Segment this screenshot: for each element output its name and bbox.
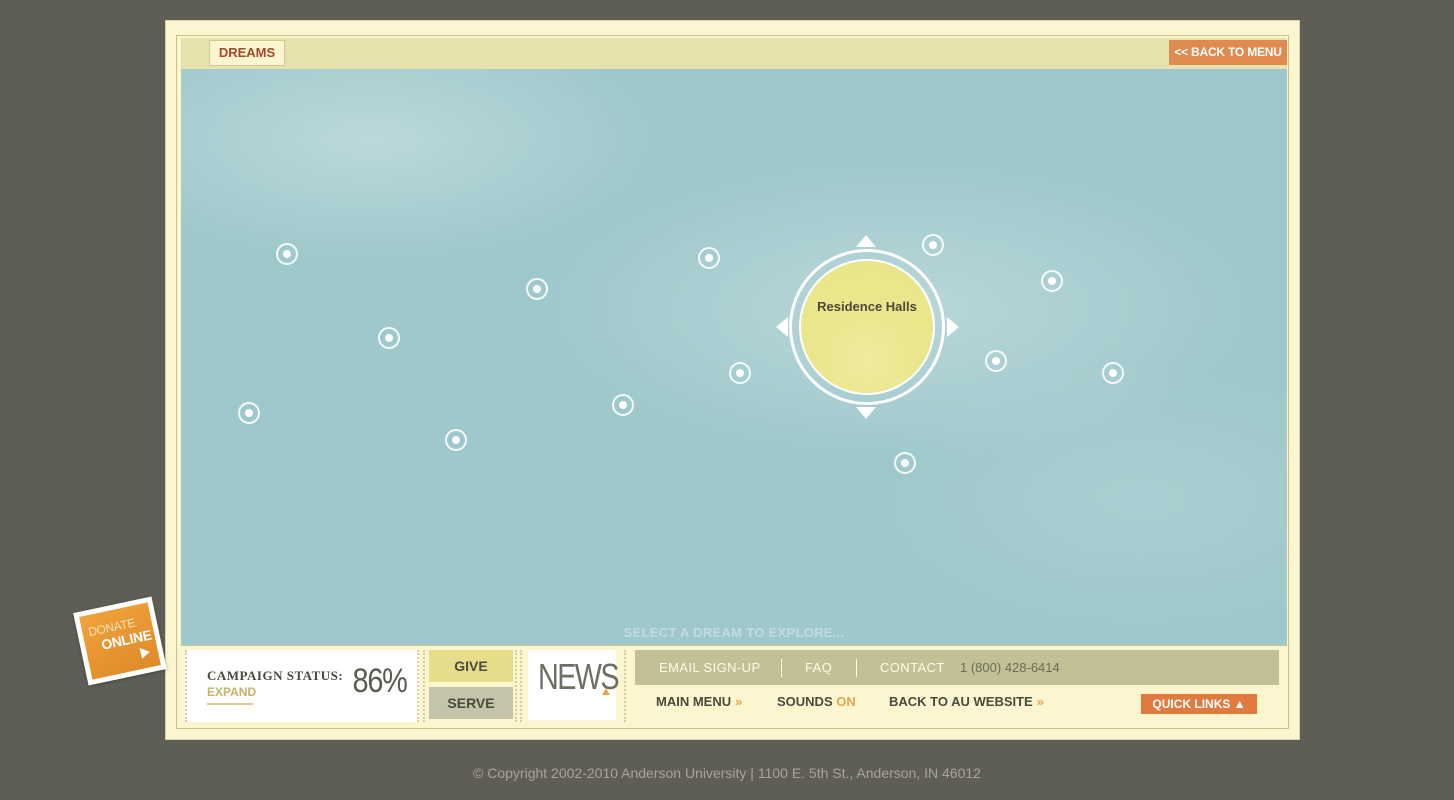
top-bar: DREAMS << BACK TO MENU	[181, 38, 1287, 71]
divider	[856, 659, 857, 677]
main-menu-label: MAIN MENU	[656, 694, 732, 709]
give-serve-panel: GIVE SERVE	[423, 650, 517, 722]
app-frame: DREAMS << BACK TO MENU Residence Halls S…	[165, 20, 1300, 740]
arrow-up-icon[interactable]	[856, 235, 876, 247]
dream-marker[interactable]	[922, 234, 944, 256]
campaign-percent: 86%	[352, 662, 408, 700]
sounds-toggle[interactable]: SOUNDS ON	[777, 694, 856, 709]
news-tile: NEWS	[528, 650, 620, 720]
dream-marker[interactable]	[612, 394, 634, 416]
arrow-down-icon[interactable]	[856, 407, 876, 419]
dream-marker[interactable]	[276, 243, 298, 265]
au-website-label: BACK TO AU WEBSITE	[889, 694, 1033, 709]
quick-links-button[interactable]: QUICK LINKS ▲	[1141, 694, 1257, 714]
selected-dream-marker[interactable]: Residence Halls	[789, 249, 945, 405]
selected-dream-label: Residence Halls	[817, 299, 917, 314]
campaign-status-title: CAMPAIGN STATUS:	[207, 668, 344, 683]
contact-link[interactable]: CONTACT	[880, 650, 945, 685]
sounds-state: ON	[836, 694, 856, 709]
footer-copyright: © Copyright 2002-2010 Anderson Universit…	[473, 765, 981, 781]
dream-map: Residence Halls SELECT A DREAM TO EXPLOR…	[181, 69, 1287, 645]
arrow-right-icon[interactable]	[947, 317, 959, 337]
faq-link[interactable]: FAQ	[805, 650, 832, 685]
utility-links-strip: EMAIL SIGN-UP FAQ CONTACT 1 (800) 428-64…	[635, 650, 1279, 685]
bottom-bar: CAMPAIGN STATUS: EXPAND 86% GIVE SERVE N…	[181, 645, 1287, 728]
sounds-label: SOUNDS	[777, 694, 833, 709]
chevron-right-icon: »	[1036, 694, 1044, 709]
arrow-left-icon[interactable]	[776, 317, 788, 337]
cursor-icon	[135, 644, 150, 659]
dream-marker[interactable]	[445, 429, 467, 451]
divider	[781, 659, 782, 677]
triangle-up-icon	[602, 688, 610, 695]
dream-marker[interactable]	[1102, 362, 1124, 384]
serve-button[interactable]: SERVE	[429, 687, 513, 719]
phone-number: 1 (800) 428-6414	[960, 660, 1060, 675]
dream-marker[interactable]	[729, 362, 751, 384]
back-to-au-website-link[interactable]: BACK TO AU WEBSITE»	[889, 694, 1044, 709]
select-prompt: SELECT A DREAM TO EXPLORE...	[623, 625, 845, 640]
dream-marker[interactable]	[526, 278, 548, 300]
dream-marker[interactable]	[698, 247, 720, 269]
news-button[interactable]: NEWS	[520, 650, 626, 722]
chevron-right-icon: »	[735, 694, 743, 709]
dream-marker[interactable]	[985, 350, 1007, 372]
campaign-status-panel: CAMPAIGN STATUS: EXPAND 86%	[185, 650, 419, 722]
donate-badge: DONATE ONLINE	[79, 602, 161, 680]
donate-online-button[interactable]: DONATE ONLINE	[73, 596, 167, 686]
dream-marker[interactable]	[378, 327, 400, 349]
tab-dreams[interactable]: DREAMS	[209, 40, 285, 66]
dream-marker[interactable]	[894, 452, 916, 474]
links-panel: EMAIL SIGN-UP FAQ CONTACT 1 (800) 428-64…	[631, 650, 1281, 722]
give-button[interactable]: GIVE	[429, 650, 513, 682]
dream-marker[interactable]	[238, 402, 260, 424]
campaign-expand-link[interactable]: EXPAND	[207, 685, 256, 705]
back-to-menu-button[interactable]: << BACK TO MENU	[1169, 40, 1287, 65]
dream-marker[interactable]	[1041, 270, 1063, 292]
email-signup-link[interactable]: EMAIL SIGN-UP	[659, 650, 761, 685]
selected-dream-core: Residence Halls	[799, 259, 935, 395]
main-menu-link[interactable]: MAIN MENU»	[656, 694, 742, 709]
